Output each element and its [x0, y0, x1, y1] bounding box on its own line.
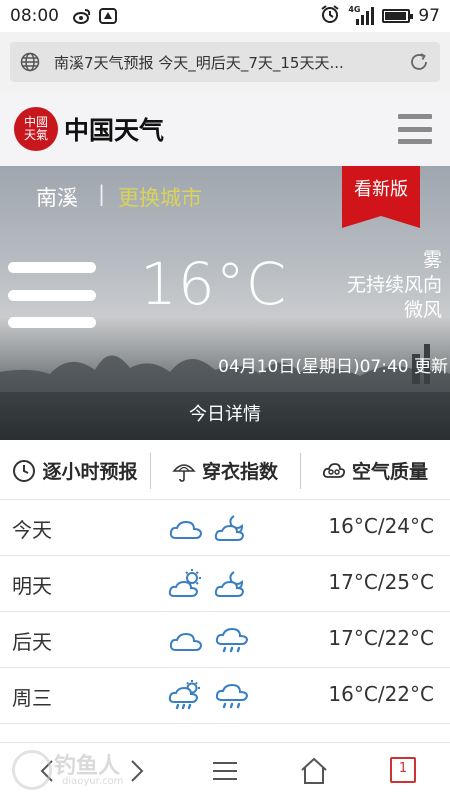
- tab-label: 逐小时预报: [42, 461, 138, 483]
- watermark: 钓鱼人 diaoyur.com: [10, 748, 160, 794]
- site-menu-button[interactable]: [398, 114, 432, 144]
- cloudy-icon: [169, 520, 203, 539]
- today-detail-link[interactable]: 今日详情: [0, 400, 450, 426]
- globe-icon: [20, 52, 40, 72]
- menu-bar-line: [398, 114, 432, 119]
- city-name: 南溪: [36, 186, 78, 210]
- forecast-row[interactable]: 周三 16°C/22°C: [0, 668, 450, 724]
- menu-bar-line: [398, 139, 432, 144]
- new-version-badge[interactable]: 看新版: [342, 166, 420, 228]
- update-time: 04月10日(星期日)07:40 更新: [218, 357, 448, 377]
- partly-cloudy-day-icon: [168, 569, 201, 597]
- feature-tabs: 逐小时预报 穿衣指数 空气质量: [0, 442, 450, 500]
- hero-menu-line: [8, 317, 96, 328]
- battery-icon: [382, 9, 414, 23]
- partly-cloudy-night-icon: [214, 515, 245, 541]
- notification-icon: [99, 8, 117, 24]
- change-city-link[interactable]: 更换城市: [118, 182, 202, 212]
- site-header: 中國天氣 中国天气: [0, 92, 450, 166]
- current-weather-hero: 南溪 | 更换城市 看新版 16°C 雾 无持续风向 微风 04月10日(星期日…: [0, 166, 450, 440]
- weather-description: 雾: [422, 249, 442, 271]
- sun-rain-icon: [168, 680, 200, 710]
- reload-icon[interactable]: [408, 51, 430, 73]
- tab-hourly-forecast[interactable]: 逐小时预报: [0, 451, 150, 491]
- hero-menu-line: [8, 262, 96, 273]
- forecast-temperature-range: 17°C/22°C: [328, 626, 434, 650]
- forecast-temperature-range: 17°C/25°C: [328, 570, 434, 594]
- partly-cloudy-night-icon: [214, 571, 245, 597]
- tab-label: 空气质量: [351, 461, 428, 483]
- umbrella-icon: [172, 463, 196, 482]
- rain-icon: [215, 683, 249, 709]
- wind-level: 微风: [403, 299, 442, 321]
- weather-conditions: 雾 无持续风向 微风: [347, 248, 442, 323]
- battery-fill: [385, 12, 407, 20]
- home-icon[interactable]: [298, 755, 330, 787]
- forecast-day: 明天: [12, 574, 52, 598]
- tab-label: 穿衣指数: [201, 461, 278, 483]
- site-logo-text[interactable]: 中国天气: [64, 111, 164, 147]
- current-temperature: 16°C: [140, 250, 288, 318]
- hero-menu-line: [8, 289, 96, 301]
- tab-air-quality[interactable]: 空气质量: [300, 451, 450, 491]
- page-title-url: 南溪7天气预报 今天_明后天_7天_15天天...: [54, 53, 344, 72]
- rain-icon: [215, 627, 249, 653]
- tabs-button[interactable]: 1: [390, 757, 416, 783]
- forecast-day: 今天: [12, 518, 52, 542]
- forecast-list: 今天 16°C/24°C 明天 17°C/25°C 后天 17°C/22°C 周三 16°C/…: [0, 500, 450, 724]
- status-bar: 08:00 4G 97: [0, 0, 450, 32]
- logo-seal[interactable]: 中國天氣: [14, 107, 58, 151]
- forecast-day: 周三: [12, 686, 52, 710]
- city-separator: |: [98, 182, 106, 206]
- forecast-temperature-range: 16°C/24°C: [328, 514, 434, 538]
- address-bar[interactable]: 南溪7天气预报 今天_明后天_7天_15天天...: [10, 42, 440, 82]
- browser-toolbar: 南溪7天气预报 今天_明后天_7天_15天天...: [0, 32, 450, 92]
- hero-menu-icon[interactable]: [8, 262, 96, 328]
- watermark-logo-icon: [12, 750, 52, 790]
- tab-count: 1: [398, 761, 408, 776]
- cloudy-icon: [169, 632, 203, 651]
- forecast-temperature-range: 16°C/22°C: [328, 682, 434, 706]
- weibo-icon: [73, 8, 91, 24]
- forecast-day: 后天: [12, 630, 52, 654]
- alarm-icon: [320, 4, 340, 29]
- signal-icon: 4G: [348, 5, 375, 25]
- battery-percent: 97: [418, 6, 440, 26]
- forecast-row[interactable]: 明天 17°C/25°C: [0, 556, 450, 612]
- menu-icon[interactable]: [209, 755, 241, 787]
- logo-seal-text: 中國天氣: [23, 115, 48, 142]
- watermark-url: diaoyur.com: [62, 776, 124, 787]
- cloud-air-icon: [322, 462, 346, 478]
- wind-direction: 无持续风向: [346, 274, 442, 296]
- clock-time: 08:00: [10, 6, 59, 26]
- forecast-row[interactable]: 今天 16°C/24°C: [0, 500, 450, 556]
- forecast-row[interactable]: 后天 17°C/22°C: [0, 612, 450, 668]
- clock-icon: [13, 459, 36, 482]
- menu-bar-line: [398, 126, 432, 132]
- tab-dressing-index[interactable]: 穿衣指数: [150, 451, 300, 491]
